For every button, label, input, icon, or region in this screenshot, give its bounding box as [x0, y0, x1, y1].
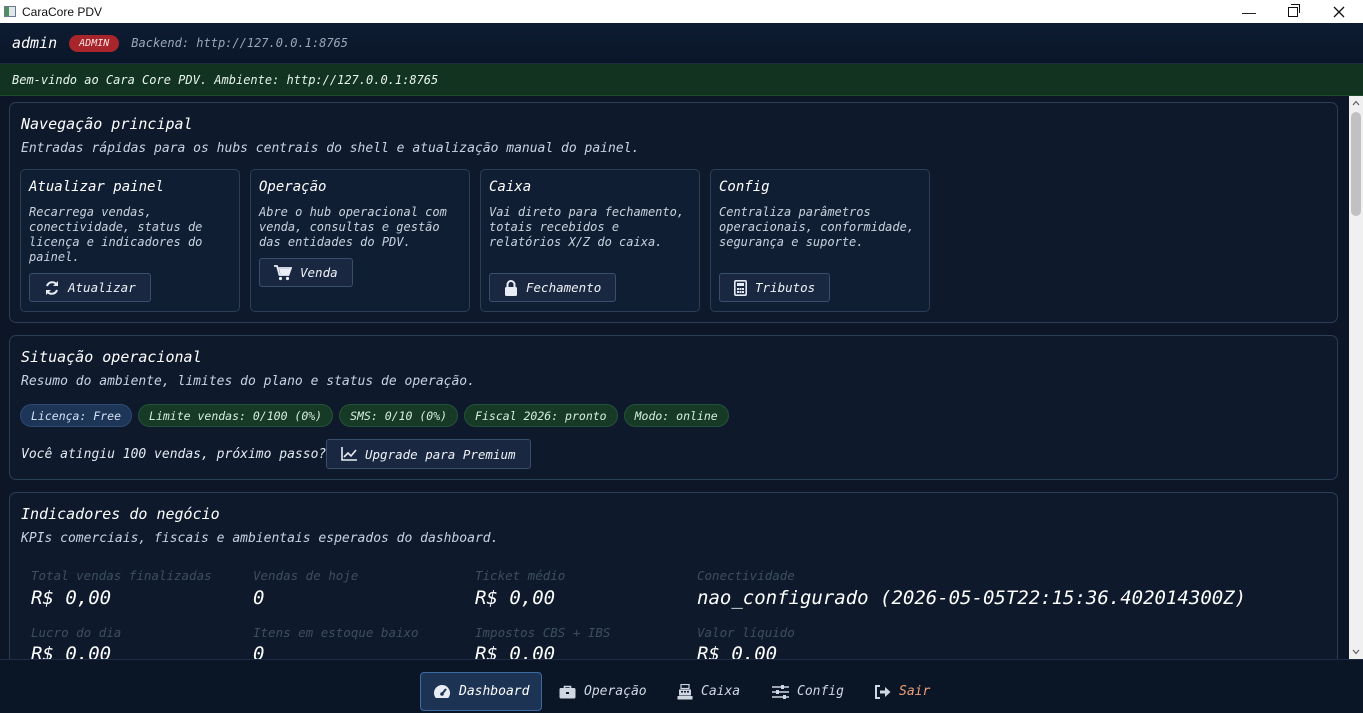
nav-label: Caixa — [701, 684, 741, 699]
kpi-label: Valor líquido — [697, 625, 795, 640]
section-title: Navegação principal — [21, 115, 193, 133]
fiscal-chip: Fiscal 2026: pronto — [464, 404, 618, 427]
restore-icon — [1288, 3, 1300, 17]
app-header: admin ADMIN Backend: http://127.0.0.1:87… — [0, 23, 1363, 64]
hub-refresh: Atualizar painel Recarrega vendas, conec… — [20, 169, 240, 312]
sale-button[interactable]: Venda — [259, 258, 353, 287]
calculator-icon — [734, 279, 747, 296]
kpi-value: R$ 0,00 — [475, 643, 556, 659]
kpi-value: R$ 0,00 — [475, 587, 556, 609]
hub-description: Abre o hub operacional com venda, consul… — [259, 205, 447, 249]
scroll-up-arrow[interactable] — [1349, 96, 1363, 110]
vertical-scrollbar[interactable] — [1349, 96, 1363, 659]
scroll-down-arrow[interactable] — [1349, 645, 1363, 659]
kpi-value: R$ 0,00 — [31, 643, 112, 659]
window-titlebar: CaraCore PDV — — [0, 0, 1363, 23]
cart-icon — [274, 264, 292, 280]
main-navigation-card: Navegação principal Entradas rápidas par… — [9, 102, 1338, 323]
gauge-icon — [434, 685, 450, 698]
kpi-value: 0 — [253, 643, 265, 659]
kpi-label: Impostos CBS + IBS — [475, 625, 611, 640]
hub-title: Atualizar painel — [29, 179, 164, 195]
upgrade-prompt: Você atingiu 100 vendas, próximo passo? — [21, 447, 327, 462]
kpi-label: Itens em estoque baixo — [253, 625, 419, 640]
section-subtitle: KPIs comerciais, fiscais e ambientais es… — [21, 531, 499, 546]
hub-config: Config Centraliza parâmetros operacionai… — [710, 169, 930, 312]
nav-label: Operação — [584, 684, 647, 699]
username: admin — [12, 34, 58, 52]
taxes-button[interactable]: Tributos — [719, 273, 831, 302]
status-chips: Licença: Free Limite vendas: 0/100 (0%) … — [20, 404, 729, 427]
bottom-navigation: Dashboard Operação Caixa Config Sair — [0, 659, 1363, 713]
chevron-up-icon — [1352, 100, 1360, 106]
hub-operation: Operação Abre o hub operacional com vend… — [250, 169, 470, 312]
lock-icon — [505, 279, 517, 296]
mode-chip: Modo: online — [623, 404, 729, 427]
section-title: Situação operacional — [21, 348, 202, 366]
kpi-value: nao_configurado (2026-05-05T22:15:36.402… — [697, 587, 1247, 609]
nav-label: Dashboard — [459, 684, 530, 699]
sales-limit-chip: Limite vendas: 0/100 (0%) — [138, 404, 334, 427]
briefcase-icon — [559, 685, 576, 698]
nav-cashier[interactable]: Caixa — [665, 672, 752, 711]
close-button[interactable] — [1316, 0, 1362, 23]
license-chip: Licença: Free — [20, 404, 133, 427]
sliders-icon — [772, 684, 789, 699]
window-title: CaraCore PDV — [22, 4, 103, 19]
operational-status-card: Situação operacional Resumo do ambiente,… — [9, 335, 1338, 480]
hub-title: Config — [719, 179, 770, 195]
section-title: Indicadores do negócio — [21, 505, 220, 523]
cash-register-icon — [677, 683, 693, 699]
kpi-value: R$ 0,00 — [31, 587, 112, 609]
button-label: Venda — [300, 265, 338, 280]
kpi-value: 0 — [253, 587, 265, 609]
kpi-label: Total vendas finalizadas — [31, 568, 212, 583]
kpi-label: Ticket médio — [475, 568, 566, 583]
button-label: Tributos — [755, 280, 816, 295]
close-icon — [1333, 6, 1345, 17]
dashboard-content[interactable]: Navegação principal Entradas rápidas par… — [0, 96, 1363, 659]
hub-title: Operação — [259, 179, 327, 195]
business-indicators-card: Indicadores do negócio KPIs comerciais, … — [9, 492, 1338, 659]
minimize-button[interactable]: — — [1226, 0, 1272, 23]
welcome-banner: Bem-vindo ao Cara Core PDV. Ambiente: ht… — [0, 64, 1363, 96]
section-subtitle: Entradas rápidas para os hubs centrais d… — [21, 141, 640, 156]
button-label: Atualizar — [68, 280, 136, 295]
kpi-label: Conectividade — [697, 568, 795, 583]
section-subtitle: Resumo do ambiente, limites do plano e s… — [21, 374, 475, 389]
hub-title: Caixa — [489, 179, 532, 195]
maximize-button[interactable] — [1270, 0, 1316, 23]
role-badge: ADMIN — [69, 34, 120, 52]
sms-chip: SMS: 0/10 (0%) — [339, 404, 459, 427]
nav-operation[interactable]: Operação — [547, 672, 659, 711]
nav-label: Config — [797, 684, 844, 699]
refresh-icon — [46, 280, 58, 295]
chart-line-icon — [341, 447, 357, 461]
hub-cashier: Caixa Vai direto para fechamento, totais… — [480, 169, 700, 312]
chevron-down-icon — [1352, 649, 1360, 655]
hub-description: Vai direto para fechamento, totais receb… — [489, 205, 685, 249]
button-label: Upgrade para Premium — [365, 446, 516, 462]
button-label: Fechamento — [526, 280, 602, 295]
scroll-thumb[interactable] — [1351, 112, 1361, 216]
hub-description: Recarrega vendas, conectividade, status … — [29, 205, 203, 264]
logout-icon — [875, 684, 891, 699]
closing-button[interactable]: Fechamento — [489, 273, 617, 302]
kpi-label: Lucro do dia — [31, 625, 122, 640]
upgrade-button[interactable]: Upgrade para Premium — [326, 439, 531, 469]
nav-dashboard[interactable]: Dashboard — [420, 672, 543, 711]
backend-url: Backend: http://127.0.0.1:8765 — [131, 36, 349, 50]
nav-label: Sair — [899, 684, 931, 699]
nav-exit[interactable]: Sair — [862, 672, 942, 711]
refresh-button[interactable]: Atualizar — [29, 273, 151, 302]
app-icon — [4, 6, 16, 17]
nav-config[interactable]: Config — [760, 672, 856, 711]
kpi-value: R$ 0,00 — [697, 643, 778, 659]
hub-description: Centraliza parâmetros operacionais, conf… — [719, 205, 915, 249]
kpi-label: Vendas de hoje — [253, 568, 359, 583]
